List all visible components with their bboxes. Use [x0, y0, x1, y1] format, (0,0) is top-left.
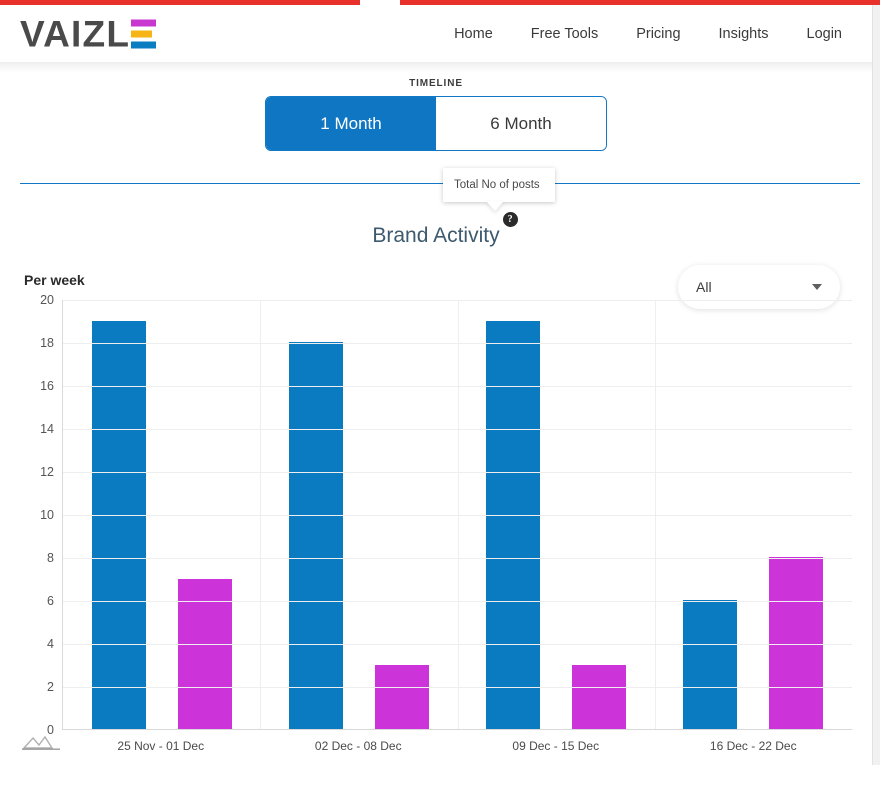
main-nav: Home Free Tools Pricing Insights Login: [454, 26, 842, 42]
chart-category-separator: [457, 300, 459, 729]
x-axis-tick: 02 Dec - 08 Dec: [314, 739, 402, 753]
site-header: VAIZL Home Free Tools Pricing Insights L…: [0, 5, 872, 62]
page-title: Brand Activity ?: [372, 212, 518, 248]
y-axis-tick: 4: [47, 637, 54, 651]
x-axis-tick: 16 Dec - 22 Dec: [709, 739, 797, 753]
chart-mountain-icon[interactable]: [22, 733, 64, 751]
x-axis-tick: 09 Dec - 15 Dec: [512, 739, 600, 753]
chart-bar[interactable]: [683, 600, 738, 729]
chart-plot-region: 20 18 16 14 12 10 8 6 4 2 0 25 Nov - 01 Dec 02 Dec …: [0, 293, 872, 762]
nav-item-pricing[interactable]: Pricing: [636, 26, 680, 42]
chart-bar[interactable]: [572, 664, 627, 729]
chart-bar[interactable]: [374, 664, 429, 729]
chart-y-axis: 20 18 16 14 12 10 8 6 4 2 0: [0, 293, 62, 737]
y-axis-tick: 10: [40, 508, 54, 522]
brand-activity-chart: Per week 20 18 16 14 12 10 8 6 4 2 0 25 Nov - 01 D…: [0, 272, 872, 802]
site-logo[interactable]: VAIZL: [20, 13, 157, 54]
timeline-option-1-month[interactable]: 1 Month: [266, 97, 436, 150]
chart-bar[interactable]: [486, 320, 541, 729]
tooltip-pointer-icon: [486, 201, 504, 211]
chart-x-axis: 25 Nov - 01 Dec 02 Dec - 08 Dec 09 Dec - 1…: [62, 732, 852, 753]
section-divider: [20, 183, 860, 184]
logo-wordmark: VAIZL: [20, 13, 131, 54]
chart-category-separator: [260, 300, 262, 729]
y-axis-tick: 6: [47, 594, 54, 608]
page-body: TIMELINE 1 Month 6 Month Total No of pos…: [0, 62, 872, 765]
nav-item-login[interactable]: Login: [807, 26, 842, 42]
logo-e-bars-icon: [131, 19, 157, 49]
chart-axis-label-per-week: Per week: [24, 272, 85, 288]
nav-item-free-tools[interactable]: Free Tools: [531, 26, 598, 42]
chart-title-text: Brand Activity: [372, 224, 500, 247]
chart-heading: Brand Activity ? All: [0, 212, 872, 309]
timeline-block: TIMELINE 1 Month 6 Month: [0, 78, 872, 151]
tooltip-text: Total No of posts: [454, 179, 540, 191]
nav-item-home[interactable]: Home: [454, 26, 493, 42]
chart-bar[interactable]: [91, 320, 146, 729]
y-axis-tick: 16: [40, 379, 54, 393]
y-axis-tick: 20: [40, 293, 54, 307]
x-axis-tick: 25 Nov - 01 Dec: [117, 739, 205, 753]
logo-bar-blue: [131, 41, 157, 49]
timeline-toggle-group: 1 Month 6 Month: [265, 96, 607, 151]
y-axis-tick: 18: [40, 336, 54, 350]
y-axis-tick: 2: [47, 680, 54, 694]
chart-category-separator: [654, 300, 656, 729]
chart-bar[interactable]: [769, 557, 824, 729]
logo-bar-yellow: [131, 30, 153, 38]
help-icon[interactable]: ?: [502, 212, 518, 227]
logo-bar-magenta: [131, 19, 157, 27]
chart-bar[interactable]: [288, 342, 343, 729]
page-right-edge: [872, 5, 880, 765]
timeline-option-6-month[interactable]: 6 Month: [436, 97, 606, 150]
chart-plot-area: [62, 300, 852, 730]
y-axis-tick: 8: [47, 551, 54, 565]
chart-title-wrap: Brand Activity ?: [0, 212, 872, 248]
nav-item-insights[interactable]: Insights: [719, 26, 769, 42]
total-posts-tooltip: Total No of posts: [443, 168, 555, 211]
y-axis-tick: 14: [40, 422, 54, 436]
timeline-label: TIMELINE: [409, 78, 463, 89]
y-axis-tick: 12: [40, 465, 54, 479]
